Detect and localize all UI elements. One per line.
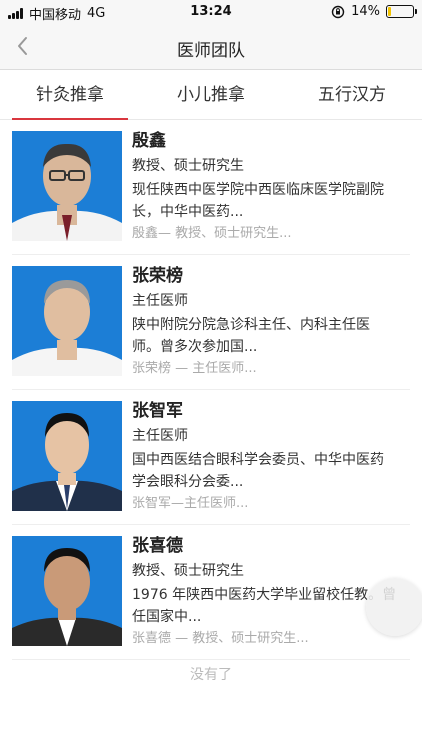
doctor-description: 陕中附院分院急诊科主任、内科主任医 师。曾多次参加国... <box>132 314 410 358</box>
doctor-description: 国中西医结合眼科学会委员、中华中医药 学会眼科分会委... <box>132 449 410 493</box>
page-title: 医师团队 <box>177 41 245 61</box>
doctor-description: 现任陕西中医学院中西医临床医学院副院 长，中华中医药... <box>132 179 410 223</box>
doctor-info: 殷鑫 教授、硕士研究生 现任陕西中医学院中西医临床医学院副院 长，中华中医药..… <box>132 129 410 244</box>
doctor-photo <box>12 266 122 376</box>
doctor-description-line: 长，中华中医药... <box>132 204 244 220</box>
doctor-photo <box>12 401 122 511</box>
doctor-info: 张喜德 教授、硕士研究生 1976 年陕西中医药大学毕业留校任教。曾 任国家中.… <box>132 534 410 649</box>
doctor-meta: 张喜德 — 教授、硕士研究生... <box>132 631 309 646</box>
doctor-list: 殷鑫 教授、硕士研究生 现任陕西中医学院中西医临床医学院副院 长，中华中医药..… <box>0 120 422 660</box>
doctor-meta: 殷鑫— 教授、硕士研究生... <box>132 226 292 241</box>
tab-acupuncture[interactable]: 针灸推拿 <box>0 71 140 120</box>
rotation-lock-icon <box>331 5 345 18</box>
battery-icon <box>386 5 417 18</box>
doctor-description-line: 国中西医结合眼科学会委员、中华中医药 <box>132 452 384 468</box>
doctor-name: 张智军 <box>132 401 183 421</box>
doctor-card[interactable]: 张荣榜 主任医师 陕中附院分院急诊科主任、内科主任医 师。曾多次参加国... 张… <box>12 255 410 390</box>
tab-wuxing-hanfang[interactable]: 五行汉方 <box>282 71 422 120</box>
doctor-description-line: 学会眼科分会委... <box>132 474 244 490</box>
nav-bar: 医师团队 <box>0 24 422 70</box>
doctor-name: 张喜德 <box>132 536 183 556</box>
tab-bar: 针灸推拿 小儿推拿 五行汉方 <box>0 71 422 120</box>
doctor-name: 张荣榜 <box>132 266 183 286</box>
doctor-title: 教授、硕士研究生 <box>132 563 244 579</box>
doctor-meta: 张荣榜 — 主任医师... <box>132 361 257 376</box>
doctor-description-line: 现任陕西中医学院中西医临床医学院副院 <box>132 182 384 198</box>
status-bar: 中国移动 4G 13:24 14% <box>0 0 422 24</box>
list-end-text: 没有了 <box>190 667 232 683</box>
status-right: 14% <box>331 4 417 19</box>
doctor-meta: 张智军—主任医师... <box>132 496 249 511</box>
battery-percent: 14% <box>351 4 380 19</box>
doctor-title: 教授、硕士研究生 <box>132 158 244 174</box>
doctor-photo <box>12 536 122 646</box>
doctor-title: 主任医师 <box>132 293 188 309</box>
tab-pediatric-massage[interactable]: 小儿推拿 <box>141 71 281 120</box>
doctor-photo <box>12 131 122 241</box>
doctor-description-line: 陕中附院分院急诊科主任、内科主任医 <box>132 317 370 333</box>
doctor-info: 张智军 主任医师 国中西医结合眼科学会委员、中华中医药 学会眼科分会委... 张… <box>132 399 410 514</box>
floating-button[interactable] <box>366 578 422 636</box>
doctor-info: 张荣榜 主任医师 陕中附院分院急诊科主任、内科主任医 师。曾多次参加国... 张… <box>132 264 410 379</box>
doctor-card[interactable]: 殷鑫 教授、硕士研究生 现任陕西中医学院中西医临床医学院副院 长，中华中医药..… <box>12 120 410 255</box>
doctor-card[interactable]: 张智军 主任医师 国中西医结合眼科学会委员、中华中医药 学会眼科分会委... 张… <box>12 390 410 525</box>
battery-fill <box>388 7 392 16</box>
doctor-description-line: 师。曾多次参加国... <box>132 339 258 355</box>
doctor-name: 殷鑫 <box>132 131 166 151</box>
doctor-title: 主任医师 <box>132 428 188 444</box>
doctor-card[interactable]: 张喜德 教授、硕士研究生 1976 年陕西中医药大学毕业留校任教。曾 任国家中.… <box>12 525 410 660</box>
